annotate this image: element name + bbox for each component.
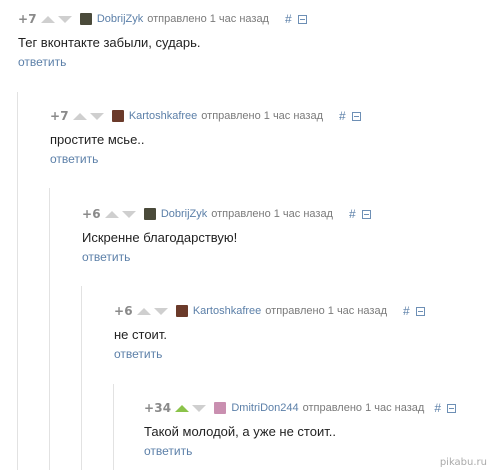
comment-header: +6 Kartoshkafree отправлено 1 час назад …	[114, 302, 425, 320]
downvote-icon[interactable]	[192, 404, 207, 412]
reply-link[interactable]: ответить	[50, 152, 98, 166]
avatar[interactable]	[143, 208, 156, 220]
comment: +6 DobrijZyk отправлено 1 час назад # Ис…	[82, 205, 371, 266]
thread-line	[17, 92, 18, 470]
avatar[interactable]	[214, 402, 227, 414]
comment-text: Тег вконтакте забыли, сударь.	[18, 35, 201, 50]
comment-rating: +6	[114, 304, 133, 318]
author-link[interactable]: DobrijZyk	[97, 13, 143, 25]
comment-text: не стоит.	[114, 327, 167, 342]
comment: +7 DobrijZyk отправлено 1 час назад # Те…	[18, 10, 307, 71]
sent-time: отправлено 1 час назад	[265, 305, 388, 317]
reply-link[interactable]: ответить	[82, 250, 130, 264]
avatar[interactable]	[175, 305, 188, 317]
permalink-hash[interactable]: #	[434, 401, 441, 415]
author-link[interactable]: DmitriDon244	[231, 402, 298, 414]
sent-time: отправлено 1 час назад	[302, 402, 425, 414]
upvote-icon[interactable]	[175, 404, 190, 412]
thread-line	[81, 286, 82, 470]
reply-link[interactable]: ответить	[18, 55, 66, 69]
permalink-hash[interactable]: #	[403, 304, 410, 318]
sent-time: отправлено 1 час назад	[201, 110, 324, 122]
comment-header: +7 DobrijZyk отправлено 1 час назад #	[18, 10, 307, 28]
avatar[interactable]	[79, 13, 92, 25]
collapse-icon[interactable]	[415, 306, 425, 316]
comment-rating: +34	[144, 401, 172, 415]
upvote-icon[interactable]	[104, 210, 119, 218]
avatar[interactable]	[111, 110, 124, 122]
permalink-hash[interactable]: #	[349, 207, 356, 221]
collapse-icon[interactable]	[361, 209, 371, 219]
downvote-icon[interactable]	[57, 15, 72, 23]
comment-header: +6 DobrijZyk отправлено 1 час назад #	[82, 205, 371, 223]
author-link[interactable]: DobrijZyk	[161, 208, 207, 220]
comment-rating: +6	[82, 207, 101, 221]
comment-header: +34 DmitriDon244 отправлено 1 час назад …	[144, 399, 457, 417]
comment: +6 Kartoshkafree отправлено 1 час назад …	[114, 302, 425, 363]
comment-header: +7 Kartoshkafree отправлено 1 час назад …	[50, 107, 361, 125]
comment-rating: +7	[50, 109, 69, 123]
downvote-icon[interactable]	[121, 210, 136, 218]
reply-link[interactable]: ответить	[114, 347, 162, 361]
permalink-hash[interactable]: #	[285, 12, 292, 26]
comment-text: простите мсье..	[50, 132, 145, 147]
comment-rating: +7	[18, 12, 37, 26]
collapse-icon[interactable]	[447, 403, 457, 413]
site-watermark: pikabu.ru	[439, 457, 487, 468]
upvote-icon[interactable]	[72, 112, 87, 120]
thread-line	[113, 384, 114, 470]
collapse-icon[interactable]	[351, 111, 361, 121]
reply-link[interactable]: ответить	[144, 444, 192, 458]
downvote-icon[interactable]	[89, 112, 104, 120]
upvote-icon[interactable]	[40, 15, 55, 23]
comment-text: Такой молодой, а уже не стоит..	[144, 424, 336, 439]
comment-text: Искренне благодарствую!	[82, 230, 238, 245]
downvote-icon[interactable]	[153, 307, 168, 315]
permalink-hash[interactable]: #	[339, 109, 346, 123]
collapse-icon[interactable]	[297, 14, 307, 24]
sent-time: отправлено 1 час назад	[147, 13, 269, 25]
comment: +34 DmitriDon244 отправлено 1 час назад …	[144, 399, 457, 460]
sent-time: отправлено 1 час назад	[211, 208, 333, 220]
comment: +7 Kartoshkafree отправлено 1 час назад …	[50, 107, 361, 168]
author-link[interactable]: Kartoshkafree	[193, 305, 261, 317]
upvote-icon[interactable]	[136, 307, 151, 315]
author-link[interactable]: Kartoshkafree	[129, 110, 197, 122]
thread-line	[49, 188, 50, 470]
